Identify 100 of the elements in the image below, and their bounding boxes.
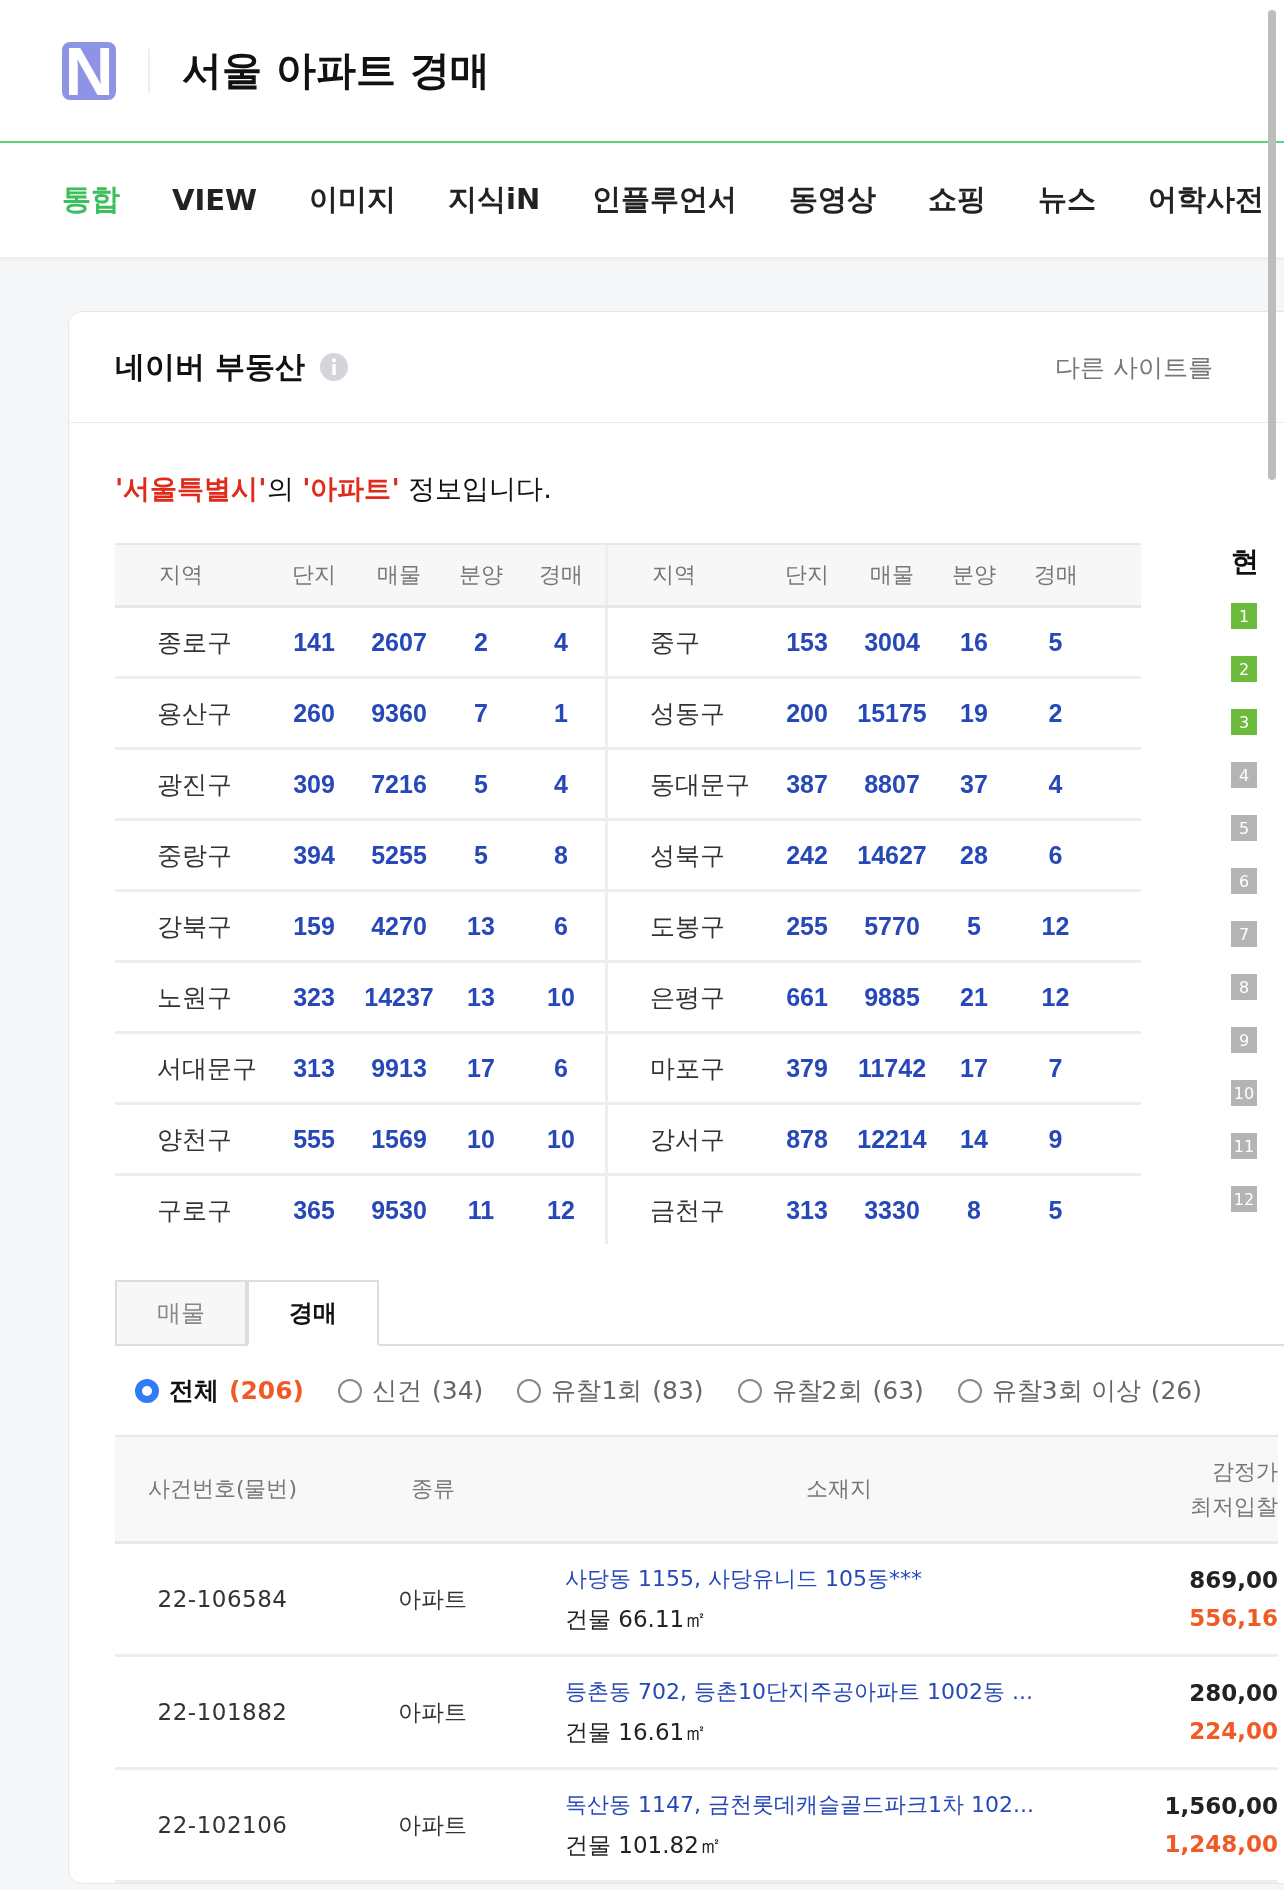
count-link[interactable]: 9360 — [353, 698, 445, 728]
filter-label[interactable]: 전체 — [169, 1374, 219, 1407]
count-link[interactable]: 3330 — [846, 1195, 938, 1225]
radio-button[interactable] — [338, 1378, 363, 1403]
count-link[interactable]: 2607 — [353, 627, 445, 657]
count-link[interactable]: 4270 — [353, 911, 445, 941]
count-link[interactable]: 13 — [445, 982, 517, 1012]
count-link[interactable]: 5 — [445, 840, 517, 870]
count-link[interactable]: 5770 — [846, 911, 938, 941]
count-link[interactable]: 313 — [275, 1053, 353, 1083]
count-link[interactable]: 11742 — [846, 1053, 938, 1083]
count-link[interactable]: 242 — [768, 840, 846, 870]
count-link[interactable]: 5 — [1010, 627, 1101, 657]
count-link[interactable]: 11 — [445, 1195, 517, 1225]
nav-tab[interactable]: 이미지 — [309, 180, 397, 220]
other-sites-link[interactable]: 다른 사이트를 — [1055, 350, 1213, 384]
nav-tab[interactable]: 인플루언서 — [592, 180, 738, 220]
count-link[interactable]: 12 — [1010, 911, 1101, 941]
count-link[interactable]: 5 — [1010, 1195, 1101, 1225]
count-link[interactable]: 7 — [445, 698, 517, 728]
nav-tab[interactable]: 어학사전 — [1148, 180, 1265, 220]
count-link[interactable]: 12 — [517, 1176, 608, 1244]
count-link[interactable]: 6 — [517, 892, 608, 960]
count-link[interactable]: 2 — [1010, 698, 1101, 728]
radio-button[interactable] — [135, 1378, 159, 1403]
count-link[interactable]: 13 — [445, 911, 517, 941]
count-link[interactable]: 16 — [938, 627, 1010, 657]
count-link[interactable]: 394 — [275, 840, 353, 870]
count-link[interactable]: 5 — [445, 769, 517, 799]
count-link[interactable]: 7216 — [353, 769, 445, 799]
count-link[interactable]: 153 — [768, 627, 846, 657]
count-link[interactable]: 159 — [275, 911, 353, 941]
count-link[interactable]: 17 — [938, 1053, 1010, 1083]
count-link[interactable]: 5 — [938, 911, 1010, 941]
filter-label[interactable]: 유찰1회 — [551, 1374, 643, 1407]
count-link[interactable]: 313 — [768, 1195, 846, 1225]
district-name: 성북구 — [649, 839, 726, 872]
address-link[interactable]: 사당동 1155, 사당유니드 105동*** — [565, 1563, 1143, 1594]
count-link[interactable]: 14 — [938, 1124, 1010, 1154]
case-number: 22-106584 — [156, 1586, 289, 1612]
count-link[interactable]: 9885 — [846, 982, 938, 1012]
count-link[interactable]: 12214 — [846, 1124, 938, 1154]
filter-label[interactable]: 유찰2회 — [771, 1374, 863, 1407]
count-link[interactable]: 379 — [768, 1053, 846, 1083]
nav-tab[interactable]: 지식iN — [448, 180, 541, 220]
count-link[interactable]: 8 — [517, 821, 608, 889]
count-link[interactable]: 5255 — [353, 840, 445, 870]
count-link[interactable]: 4 — [517, 750, 608, 818]
count-link[interactable]: 19 — [938, 698, 1010, 728]
radio-button[interactable] — [737, 1378, 762, 1403]
scrollbar[interactable] — [1268, 10, 1276, 480]
count-link[interactable]: 8807 — [846, 769, 938, 799]
radio-button[interactable] — [517, 1378, 542, 1403]
address-link[interactable]: 등촌동 702, 등촌10단지주공아파트 1002동 ... — [565, 1676, 1143, 1707]
count-link[interactable]: 10 — [517, 963, 608, 1031]
sub-tab[interactable]: 경매 — [247, 1280, 379, 1346]
count-link[interactable]: 309 — [275, 769, 353, 799]
count-link[interactable]: 8 — [938, 1195, 1010, 1225]
count-link[interactable]: 141 — [275, 627, 353, 657]
filter-label[interactable]: 유찰3회 이상 — [991, 1374, 1141, 1407]
count-link[interactable]: 9 — [1010, 1124, 1101, 1154]
count-link[interactable]: 878 — [768, 1124, 846, 1154]
count-link[interactable]: 200 — [768, 698, 846, 728]
count-link[interactable]: 21 — [938, 982, 1010, 1012]
count-link[interactable]: 555 — [275, 1124, 353, 1154]
count-link[interactable]: 365 — [275, 1195, 353, 1225]
count-link[interactable]: 17 — [445, 1053, 517, 1083]
count-link[interactable]: 9530 — [353, 1195, 445, 1225]
address-link[interactable]: 독산동 1147, 금천롯데캐슬골드파크1차 102... — [565, 1789, 1143, 1820]
count-link[interactable]: 1 — [517, 679, 608, 747]
count-link[interactable]: 9913 — [353, 1053, 445, 1083]
count-link[interactable]: 6 — [1010, 840, 1101, 870]
count-link[interactable]: 661 — [768, 982, 846, 1012]
count-link[interactable]: 14237 — [353, 982, 445, 1012]
count-link[interactable]: 1569 — [353, 1124, 445, 1154]
nav-tab[interactable]: VIEW — [172, 183, 258, 217]
count-link[interactable]: 7 — [1010, 1053, 1101, 1083]
count-link[interactable]: 37 — [938, 769, 1010, 799]
count-link[interactable]: 2 — [445, 627, 517, 657]
count-link[interactable]: 10 — [445, 1124, 517, 1154]
count-link[interactable]: 4 — [517, 608, 608, 676]
count-link[interactable]: 14627 — [846, 840, 938, 870]
count-link[interactable]: 10 — [517, 1105, 608, 1173]
district-name: 중랑구 — [156, 839, 233, 872]
count-link[interactable]: 6 — [517, 1034, 608, 1102]
count-link[interactable]: 12 — [1010, 982, 1101, 1012]
nav-tab[interactable]: 동영상 — [789, 180, 877, 220]
case-number: 22-101882 — [156, 1699, 289, 1725]
count-link[interactable]: 4 — [1010, 769, 1101, 799]
filter-label[interactable]: 신건 — [372, 1374, 423, 1407]
count-link[interactable]: 28 — [938, 840, 1010, 870]
count-link[interactable]: 255 — [768, 911, 846, 941]
count-link[interactable]: 387 — [768, 769, 846, 799]
count-link[interactable]: 323 — [275, 982, 353, 1012]
count-link[interactable]: 260 — [275, 698, 353, 728]
nav-tab[interactable]: 쇼핑 — [928, 180, 987, 220]
nav-tab[interactable]: 뉴스 — [1038, 180, 1097, 220]
radio-button[interactable] — [957, 1378, 982, 1403]
count-link[interactable]: 3004 — [846, 627, 938, 657]
count-link[interactable]: 15175 — [846, 698, 938, 728]
